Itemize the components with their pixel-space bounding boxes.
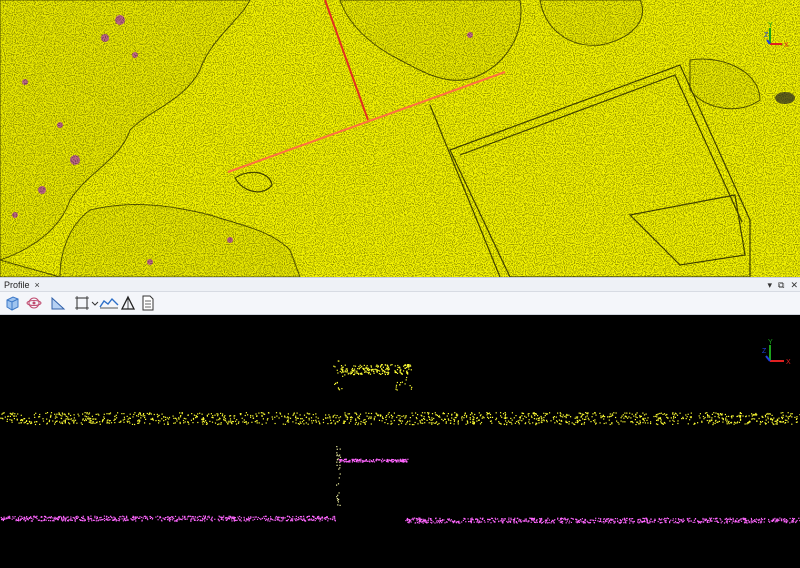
- profile-axis-x-label: X: [786, 359, 791, 366]
- roof-points: [340, 364, 412, 376]
- orbit-button[interactable]: [24, 294, 44, 312]
- profile-pointcloud[interactable]: [0, 315, 800, 568]
- vehicle-object: [775, 92, 795, 104]
- canopy-points: [0, 412, 800, 426]
- select-box-button[interactable]: [72, 294, 92, 312]
- top-view-pointcloud[interactable]: Y X Z: [0, 0, 800, 277]
- deck-points: [338, 458, 409, 463]
- axis-z-label: Z: [764, 32, 769, 39]
- triangle-measure-button[interactable]: [118, 294, 138, 312]
- slope-icon: [51, 296, 66, 310]
- orbit-icon: [26, 297, 42, 309]
- terrain-profile-button[interactable]: [98, 294, 120, 312]
- axis-x-label: X: [784, 42, 789, 49]
- tab-profile[interactable]: Profile ×: [0, 278, 44, 292]
- tab-profile-label: Profile: [4, 280, 30, 290]
- document-icon: [142, 295, 154, 311]
- selection-box-icon: [75, 296, 89, 310]
- profile-axis-y-label: Y: [768, 339, 773, 346]
- ground-points-right: [405, 517, 800, 524]
- wall-points: [333, 360, 346, 391]
- profile-icon: [99, 297, 119, 309]
- measure-slope-button[interactable]: [48, 294, 68, 312]
- pier-points: [336, 446, 342, 506]
- view-3d-button[interactable]: [2, 294, 22, 312]
- profile-panel: Profile × ▾ ⧉ ✕ Y X Z: [0, 277, 800, 568]
- axis-gizmo: Y X Z: [764, 20, 794, 50]
- window-controls: ▾ ⧉ ✕: [767, 278, 798, 292]
- ground-points-left: [0, 515, 336, 522]
- close-panel-icon[interactable]: ✕: [790, 280, 798, 291]
- float-window-icon[interactable]: ⧉: [778, 280, 784, 291]
- cube-icon: [6, 296, 19, 311]
- profile-toolbar: [0, 292, 800, 315]
- profile-canvas[interactable]: Y X Z: [0, 315, 800, 568]
- profile-axis-gizmo: Y X Z: [762, 337, 794, 369]
- profile-axis-z-label: Z: [762, 348, 767, 355]
- tab-close-icon[interactable]: ×: [35, 280, 40, 290]
- triangle-icon: [120, 295, 136, 310]
- panel-menu-icon[interactable]: ▾: [767, 280, 772, 291]
- report-button[interactable]: [138, 294, 158, 312]
- axis-y-label: Y: [768, 22, 773, 29]
- top-view-canvas[interactable]: [0, 0, 800, 277]
- profile-titlebar: Profile × ▾ ⧉ ✕: [0, 277, 800, 292]
